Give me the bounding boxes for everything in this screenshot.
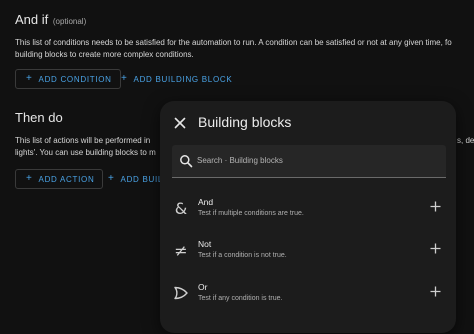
item-title: Or bbox=[198, 282, 208, 292]
then-do-description-line2: lights'. You can use building blocks to … bbox=[15, 148, 156, 157]
add-action-label: ADD ACTION bbox=[38, 174, 95, 184]
add-condition-button[interactable]: + ADD CONDITION bbox=[15, 69, 121, 89]
building-block-item-and[interactable]: & And Test if multiple conditions are tr… bbox=[160, 195, 456, 235]
dialog-title: Building blocks bbox=[198, 114, 292, 130]
search-icon bbox=[180, 155, 193, 168]
close-icon bbox=[174, 117, 186, 129]
item-title: And bbox=[198, 197, 214, 207]
item-subtitle: Test if a condition is not true. bbox=[198, 252, 287, 259]
add-action-button[interactable]: + ADD ACTION bbox=[15, 169, 104, 189]
plus-icon: + bbox=[26, 173, 33, 184]
search-input[interactable]: Search · Building blocks bbox=[172, 145, 446, 178]
search-placeholder: Search · Building blocks bbox=[197, 156, 283, 165]
or-gate-icon bbox=[172, 284, 190, 302]
and-if-title: And if bbox=[15, 12, 49, 27]
and-if-heading: And if (optional) bbox=[15, 12, 86, 27]
then-do-description-line1-right: s, de bbox=[457, 136, 474, 145]
add-icon[interactable] bbox=[428, 284, 442, 298]
and-if-description-line1: This list of conditions needs to be sati… bbox=[15, 38, 452, 47]
plus-icon: + bbox=[121, 73, 128, 84]
item-subtitle: Test if any condition is true. bbox=[198, 295, 283, 302]
plus-icon: + bbox=[108, 173, 115, 184]
add-condition-label: ADD CONDITION bbox=[38, 74, 112, 84]
building-block-item-or[interactable]: Or Test if any condition is true. bbox=[160, 280, 456, 320]
then-do-title: Then do bbox=[15, 110, 63, 125]
plus-icon bbox=[430, 201, 440, 211]
plus-icon: + bbox=[26, 73, 33, 84]
add-building-block-button[interactable]: + ADD BUILDING BLOCK bbox=[115, 69, 238, 89]
add-icon[interactable] bbox=[428, 241, 442, 255]
add-icon[interactable] bbox=[428, 199, 442, 213]
item-subtitle: Test if multiple conditions are true. bbox=[198, 210, 304, 217]
plus-icon bbox=[430, 286, 440, 296]
optional-label: (optional) bbox=[52, 17, 87, 26]
then-do-description-line1: This list of actions will be performed i… bbox=[15, 136, 151, 145]
building-blocks-dialog: Building blocks Search · Building blocks… bbox=[160, 101, 456, 333]
not-equal-icon: ≠ bbox=[174, 240, 188, 260]
automation-editor-page: And if (optional) This list of condition… bbox=[0, 0, 474, 334]
building-block-item-not[interactable]: ≠ Not Test if a condition is not true. bbox=[160, 237, 456, 277]
add-building-block-label: ADD BUILDING BLOCK bbox=[133, 74, 233, 84]
and-if-description-line2: building blocks to create more complex c… bbox=[15, 50, 194, 59]
item-title: Not bbox=[198, 239, 212, 249]
plus-icon bbox=[430, 243, 440, 253]
then-do-heading: Then do bbox=[15, 110, 63, 125]
ampersand-icon: & bbox=[174, 198, 188, 218]
close-button[interactable] bbox=[172, 115, 188, 131]
